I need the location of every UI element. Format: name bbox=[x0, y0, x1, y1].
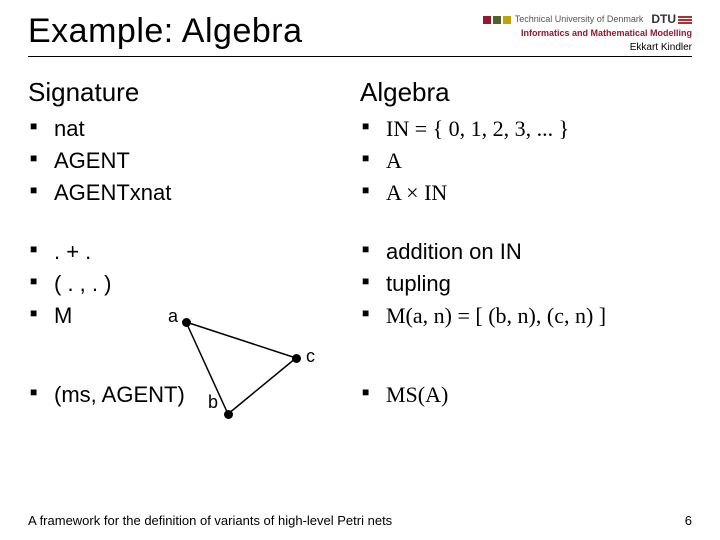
list-item: AGENT bbox=[28, 146, 360, 176]
slide: Example: Algebra Technical University of… bbox=[0, 0, 720, 540]
list-item: AGENTxnat bbox=[28, 178, 360, 208]
list-item: IN = { 0, 1, 2, 3, ... } bbox=[360, 114, 692, 144]
list-item: M(a, n) = [ (b, n), (c, n) ] bbox=[360, 301, 692, 331]
list-item: addition on IN bbox=[360, 237, 692, 267]
triangle-diagram: a c b bbox=[168, 310, 328, 430]
institution-bottom: Informatics and Mathematical Modelling bbox=[483, 28, 692, 40]
list-item: . + . bbox=[28, 237, 360, 267]
dtu-text: DTU bbox=[651, 12, 676, 28]
footer-text: A framework for the definition of varian… bbox=[28, 513, 392, 528]
divider bbox=[28, 56, 692, 57]
label-a: a bbox=[168, 306, 178, 327]
right-list-1: IN = { 0, 1, 2, 3, ... } A A × IN bbox=[360, 114, 692, 207]
left-heading: Signature bbox=[28, 77, 360, 108]
right-list-2: addition on IN tupling M(a, n) = [ (b, n… bbox=[360, 237, 692, 330]
label-b: b bbox=[208, 392, 218, 413]
node-b-icon bbox=[224, 410, 233, 419]
institution-top: Technical University of Denmark bbox=[515, 14, 644, 26]
list-item: MS(A) bbox=[360, 380, 692, 410]
right-list-3: MS(A) bbox=[360, 380, 692, 410]
slide-title: Example: Algebra bbox=[28, 12, 303, 51]
list-item: ( . , . ) bbox=[28, 269, 360, 299]
list-item: A bbox=[360, 146, 692, 176]
right-column: Algebra IN = { 0, 1, 2, 3, ... } A A × I… bbox=[360, 77, 692, 412]
title-row: Example: Algebra Technical University of… bbox=[28, 12, 692, 54]
list-item: nat bbox=[28, 114, 360, 144]
left-list-1: nat AGENT AGENTxnat bbox=[28, 114, 360, 207]
page-number: 6 bbox=[685, 513, 692, 528]
logo-squares-icon bbox=[483, 16, 511, 24]
logo-area: Technical University of Denmark DTU Info… bbox=[483, 12, 692, 54]
footer: A framework for the definition of varian… bbox=[28, 513, 692, 528]
right-heading: Algebra bbox=[360, 77, 692, 108]
content-columns: Signature nat AGENT AGENTxnat . + . ( . … bbox=[28, 77, 692, 412]
author: Ekkart Kindler bbox=[483, 41, 692, 54]
node-a-icon bbox=[182, 318, 191, 327]
dtu-logo-icon: DTU bbox=[651, 12, 692, 28]
node-c-icon bbox=[292, 354, 301, 363]
triangle-edges-icon bbox=[168, 310, 328, 430]
label-c: c bbox=[306, 346, 315, 367]
list-item: tupling bbox=[360, 269, 692, 299]
list-item: A × IN bbox=[360, 178, 692, 208]
